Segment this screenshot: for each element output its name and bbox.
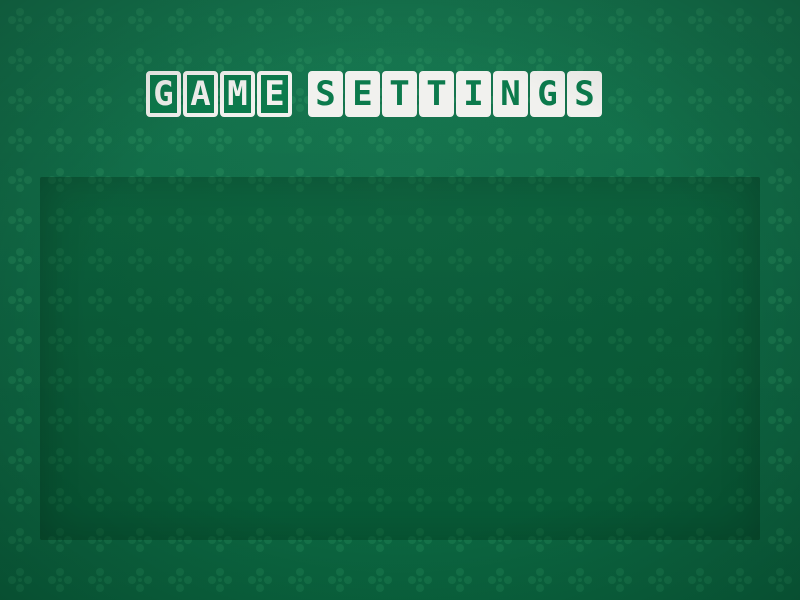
title-letter-m: M	[220, 71, 255, 117]
page-title: G A M E S E T T I N G S	[146, 69, 656, 119]
game-settings-screen: G A M E S E T T I N G S	[0, 0, 800, 600]
title-letter-s1: S	[308, 71, 343, 117]
title-letter-i: I	[456, 71, 491, 117]
title-letter-e: E	[257, 71, 292, 117]
title-word-game: G A M E	[146, 71, 292, 117]
title-letter-s2: S	[567, 71, 602, 117]
title-word-settings: S E T T I N G S	[308, 71, 602, 117]
title-letter-t2: T	[419, 71, 454, 117]
title-letter-t1: T	[382, 71, 417, 117]
title-letter-g: G	[146, 71, 181, 117]
title-letter-e: E	[345, 71, 380, 117]
title-letter-n: N	[493, 71, 528, 117]
title-letter-g: G	[530, 71, 565, 117]
settings-panel	[40, 177, 760, 540]
title-letter-a: A	[183, 71, 218, 117]
